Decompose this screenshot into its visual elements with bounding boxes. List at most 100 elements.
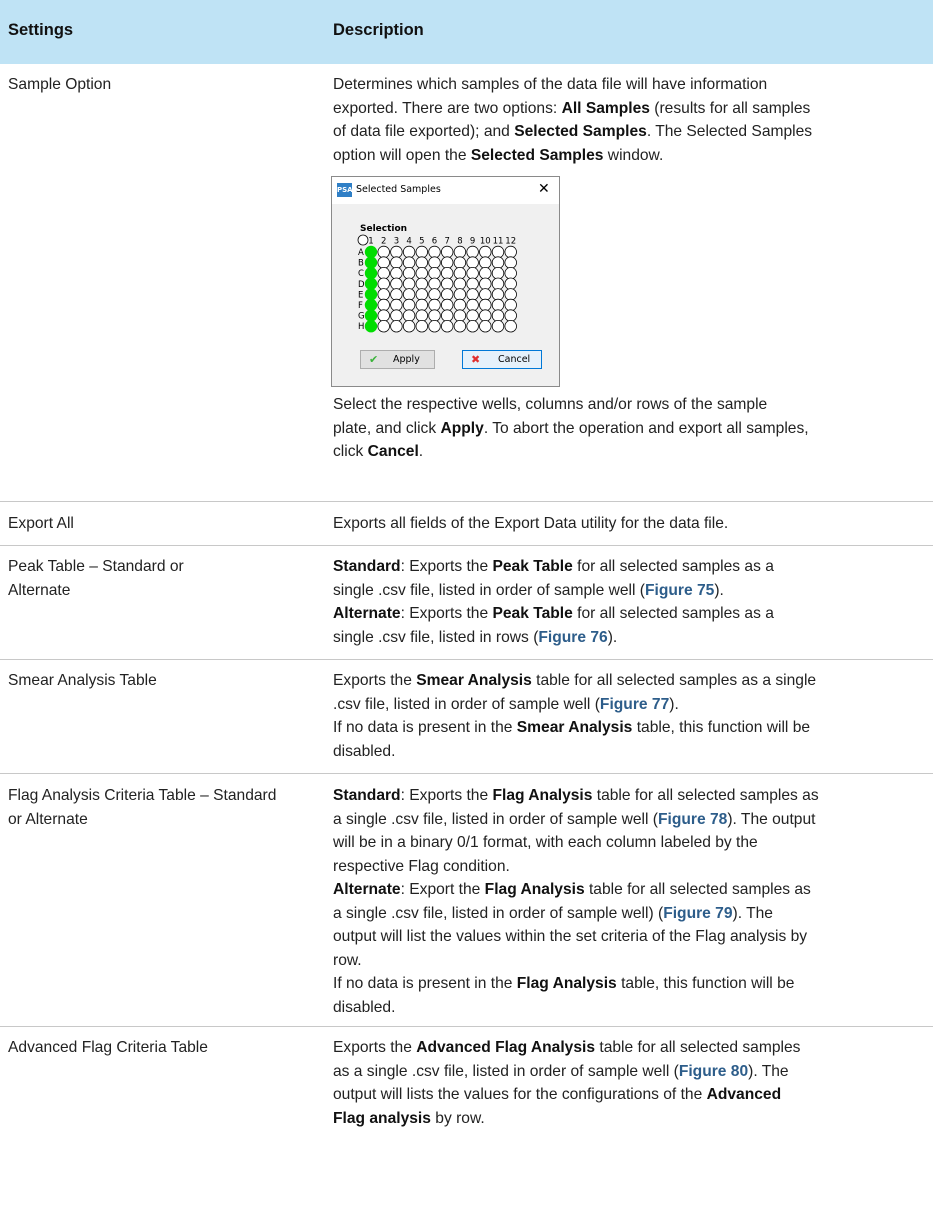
well-A6[interactable] <box>428 245 441 259</box>
well-C3[interactable] <box>390 267 403 280</box>
well-F5[interactable] <box>415 298 429 312</box>
well-G11[interactable] <box>491 309 505 322</box>
well-B1[interactable] <box>364 256 378 269</box>
well-D9[interactable] <box>466 277 479 291</box>
well-H7[interactable] <box>440 319 454 333</box>
well-A9[interactable] <box>466 245 479 259</box>
well-A12[interactable] <box>504 245 517 259</box>
figure-link[interactable]: Figure 78 <box>658 811 727 828</box>
well-C6[interactable] <box>428 267 441 280</box>
column-label[interactable]: 3 <box>394 237 399 247</box>
well-A3[interactable] <box>390 245 403 259</box>
well-F1[interactable] <box>364 298 378 312</box>
well-B9[interactable] <box>466 256 479 269</box>
column-label[interactable]: 9 <box>470 237 475 247</box>
well-F8[interactable] <box>453 298 467 312</box>
well-E5[interactable] <box>415 288 429 301</box>
well-A5[interactable] <box>415 245 429 259</box>
well-plate-grid[interactable]: 1 2 3 4 5 6 7 8 9 10 11 12ABCDEFGH <box>357 234 557 344</box>
column-label[interactable]: 10 <box>480 237 491 247</box>
well-C5[interactable] <box>415 267 429 280</box>
well-F2[interactable] <box>377 298 390 312</box>
well-B7[interactable] <box>440 256 454 269</box>
well-H9[interactable] <box>466 319 479 333</box>
column-label[interactable]: 5 <box>419 237 424 247</box>
row-label[interactable]: C <box>358 269 364 279</box>
select-all-toggle[interactable] <box>357 234 369 246</box>
well-E8[interactable] <box>453 288 467 301</box>
row-label[interactable]: B <box>358 259 364 269</box>
well-F10[interactable] <box>479 298 492 312</box>
well-D6[interactable] <box>428 277 441 291</box>
well-C2[interactable] <box>377 267 390 280</box>
well-D7[interactable] <box>440 277 454 291</box>
row-label[interactable]: H <box>358 322 364 332</box>
well-D3[interactable] <box>390 277 403 291</box>
row-label[interactable]: D <box>358 280 365 290</box>
well-G10[interactable] <box>479 309 492 322</box>
well-D11[interactable] <box>491 277 505 291</box>
well-B4[interactable] <box>402 256 416 269</box>
well-A1[interactable] <box>364 245 378 259</box>
well-D4[interactable] <box>402 277 416 291</box>
well-D10[interactable] <box>479 277 492 291</box>
well-G12[interactable] <box>504 309 517 322</box>
well-H3[interactable] <box>390 319 403 333</box>
well-B2[interactable] <box>377 256 390 269</box>
well-F7[interactable] <box>440 298 454 312</box>
well-G2[interactable] <box>377 309 390 322</box>
well-C9[interactable] <box>466 267 479 280</box>
well-A8[interactable] <box>453 245 467 259</box>
well-A4[interactable] <box>402 245 416 259</box>
figure-link[interactable]: Figure 77 <box>600 696 669 713</box>
well-C4[interactable] <box>402 267 416 280</box>
well-E3[interactable] <box>390 288 403 301</box>
close-icon[interactable]: ✕ <box>538 181 550 197</box>
well-E11[interactable] <box>491 288 505 301</box>
well-A2[interactable] <box>377 245 390 259</box>
figure-link[interactable]: Figure 76 <box>538 629 607 646</box>
well-H6[interactable] <box>428 319 441 333</box>
well-A7[interactable] <box>440 245 454 259</box>
well-G3[interactable] <box>390 309 403 322</box>
column-label[interactable]: 8 <box>457 237 462 247</box>
well-B3[interactable] <box>390 256 403 269</box>
well-B6[interactable] <box>428 256 441 269</box>
cancel-button[interactable]: ✖ Cancel <box>462 350 542 369</box>
well-E4[interactable] <box>402 288 416 301</box>
row-label[interactable]: A <box>358 248 364 258</box>
figure-link[interactable]: Figure 75 <box>645 582 714 599</box>
well-G4[interactable] <box>402 309 416 322</box>
well-E2[interactable] <box>377 288 390 301</box>
well-E6[interactable] <box>428 288 441 301</box>
well-F6[interactable] <box>428 298 441 312</box>
well-F12[interactable] <box>504 298 517 312</box>
figure-link[interactable]: Figure 80 <box>679 1063 748 1080</box>
well-B5[interactable] <box>415 256 429 269</box>
well-E1[interactable] <box>364 288 378 301</box>
well-D8[interactable] <box>453 277 467 291</box>
well-F11[interactable] <box>491 298 505 312</box>
well-G9[interactable] <box>466 309 479 322</box>
column-label[interactable]: 11 <box>493 237 504 247</box>
well-D12[interactable] <box>504 277 517 291</box>
well-D2[interactable] <box>377 277 390 291</box>
row-label[interactable]: G <box>358 312 365 322</box>
column-label[interactable]: 7 <box>444 237 449 247</box>
well-H2[interactable] <box>377 319 390 333</box>
well-H1[interactable] <box>364 319 378 333</box>
column-label[interactable]: 12 <box>505 237 516 247</box>
figure-link[interactable]: Figure 79 <box>663 905 732 922</box>
well-H10[interactable] <box>479 319 492 333</box>
well-C10[interactable] <box>479 267 492 280</box>
well-H5[interactable] <box>415 319 429 333</box>
well-C11[interactable] <box>491 267 505 280</box>
well-H4[interactable] <box>402 319 416 333</box>
well-G1[interactable] <box>364 309 378 322</box>
well-E12[interactable] <box>504 288 517 301</box>
well-F9[interactable] <box>466 298 479 312</box>
well-G8[interactable] <box>453 309 467 322</box>
well-C8[interactable] <box>453 267 467 280</box>
column-label[interactable]: 4 <box>406 237 411 247</box>
well-F4[interactable] <box>402 298 416 312</box>
